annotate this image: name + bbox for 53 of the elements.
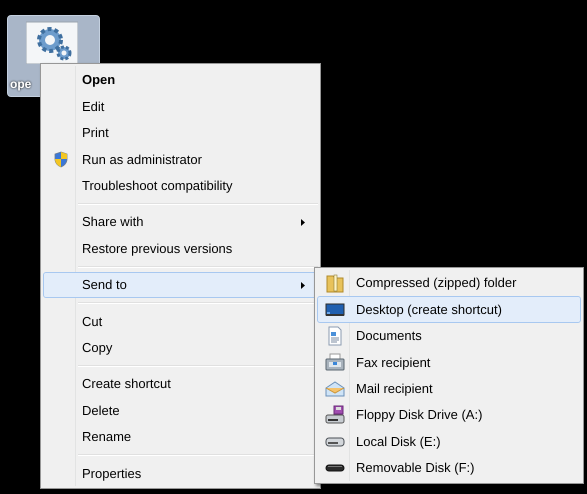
shield-icon xyxy=(53,150,69,168)
menu-item[interactable]: Floppy Disk Drive (A:) xyxy=(317,402,581,428)
menu-item-label: Copy xyxy=(82,338,112,357)
menu-item-label: Print xyxy=(82,124,109,142)
menu-item[interactable]: Properties xyxy=(43,460,318,486)
menu-item[interactable]: Rename xyxy=(43,424,318,450)
menu-item[interactable]: Mail recipient xyxy=(317,376,581,402)
menu-item[interactable]: Share with xyxy=(43,208,318,236)
menu-item[interactable]: Cut xyxy=(43,308,318,335)
menu-item-label: Removable Disk (F:) xyxy=(356,459,474,478)
menu-item-label: Send to xyxy=(82,276,127,294)
menu-item-label: Open xyxy=(82,71,116,90)
menu-item[interactable]: Restore previous versions xyxy=(43,235,318,262)
menu-item-label: Properties xyxy=(82,464,142,483)
fax-machine-icon xyxy=(325,353,345,372)
menu-item[interactable]: Print xyxy=(43,120,318,146)
menu-item[interactable]: Compressed (zipped) folder xyxy=(317,270,581,296)
menu-item[interactable]: Removable Disk (F:) xyxy=(317,454,581,482)
menu-item-label: Desktop (create shortcut) xyxy=(356,300,502,319)
menu-item-label: Cut xyxy=(82,312,102,331)
menu-item-label: Troubleshoot compatibility xyxy=(82,177,233,195)
menu-item-label: Floppy Disk Drive (A:) xyxy=(356,406,482,424)
menu-item[interactable]: Copy xyxy=(43,334,318,361)
menu-item[interactable]: Documents xyxy=(317,322,581,350)
menu-item[interactable]: Run as administrator xyxy=(43,146,318,173)
menu-item-label: Share with xyxy=(82,213,144,232)
envelope-icon xyxy=(325,380,345,398)
menu-item[interactable]: Edit xyxy=(43,93,318,120)
menu-item-label: Create shortcut xyxy=(82,375,171,394)
file-name: ope xyxy=(10,78,32,90)
menu-item[interactable]: Local Disk (E:) xyxy=(317,428,581,455)
removable-drive-icon xyxy=(325,462,345,473)
monitor-icon xyxy=(325,302,345,318)
menu-item[interactable]: Fax recipient xyxy=(317,349,581,376)
menu-item-label: Rename xyxy=(82,428,132,446)
menu-item-label: Documents xyxy=(356,327,422,346)
menu-item-label: Local Disk (E:) xyxy=(356,432,441,451)
menu-item[interactable]: Desktop (create shortcut) xyxy=(317,296,581,323)
menu-item-label: Edit xyxy=(82,98,104,116)
menu-item-label: Run as administrator xyxy=(82,150,202,169)
menu-item[interactable]: Delete xyxy=(43,397,318,424)
menu-item[interactable]: Troubleshoot compatibility xyxy=(43,172,318,199)
menu-item-label: Restore previous versions xyxy=(82,240,232,258)
zipped-folder-icon xyxy=(326,273,344,294)
menu-item-label: Delete xyxy=(82,402,120,420)
hard-drive-icon xyxy=(325,436,345,448)
floppy-drive-icon xyxy=(325,405,345,426)
menu-item[interactable]: Open xyxy=(43,67,318,94)
menu-item-label: Compressed (zipped) folder xyxy=(356,274,516,292)
document-icon xyxy=(327,326,343,346)
menu-item-label: Fax recipient xyxy=(356,354,430,372)
menu-item[interactable]: Create shortcut xyxy=(43,370,318,398)
menu-item-label: Mail recipient xyxy=(356,380,433,398)
